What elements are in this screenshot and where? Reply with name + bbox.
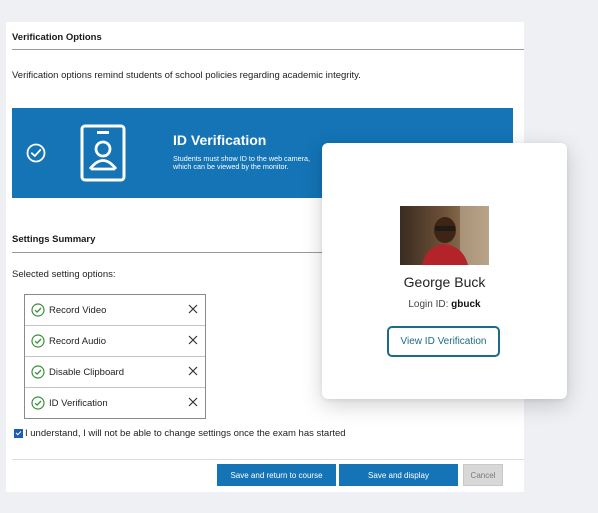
view-id-verification-button[interactable]: View ID Verification <box>387 326 500 357</box>
list-item: ID Verification <box>25 388 205 418</box>
banner-description: Students must show ID to the web camera,… <box>173 154 311 172</box>
settings-summary-title: Settings Summary <box>12 234 96 245</box>
login-id-label: Login ID: <box>408 299 449 310</box>
option-label: ID Verification <box>49 397 108 409</box>
banner-title: ID Verification <box>173 132 267 148</box>
section-divider <box>12 49 524 50</box>
close-icon[interactable] <box>187 365 199 377</box>
verification-description: Verification options remind students of … <box>12 70 361 81</box>
login-id-value: gbuck <box>451 299 481 310</box>
acknowledge-label: I understand, I will not be able to chan… <box>25 428 346 439</box>
option-label: Record Audio <box>49 335 107 347</box>
option-label: Record Video <box>49 304 107 316</box>
student-name: George Buck <box>403 274 486 290</box>
close-icon[interactable] <box>187 334 199 346</box>
check-circle-icon <box>31 396 45 410</box>
list-item: Disable Clipboard <box>25 357 205 388</box>
close-icon[interactable] <box>187 303 199 315</box>
save-return-button[interactable]: Save and return to course <box>217 464 336 486</box>
option-label: Disable Clipboard <box>49 366 124 378</box>
login-id: Login ID: gbuck <box>322 299 567 310</box>
cancel-button[interactable]: Cancel <box>463 464 503 486</box>
selected-options-label: Selected setting options: <box>12 269 116 280</box>
avatar <box>400 206 489 265</box>
list-item: Record Audio <box>25 326 205 357</box>
selected-options-list: Record Video Record Audio Disable Clipbo… <box>24 294 206 419</box>
close-icon[interactable] <box>187 396 199 408</box>
check-circle-icon <box>26 143 46 163</box>
check-circle-icon <box>31 334 45 348</box>
save-display-button[interactable]: Save and display <box>339 464 458 486</box>
footer-divider <box>12 459 524 460</box>
acknowledge-row: I understand, I will not be able to chan… <box>14 428 346 439</box>
id-badge-icon <box>80 124 126 182</box>
acknowledge-checkbox[interactable] <box>14 429 23 438</box>
verification-options-title: Verification Options <box>12 32 102 43</box>
check-circle-icon <box>31 303 45 317</box>
check-circle-icon <box>31 365 45 379</box>
student-id-card: George Buck Login ID: gbuck View ID Veri… <box>322 143 567 399</box>
list-item: Record Video <box>25 295 205 326</box>
